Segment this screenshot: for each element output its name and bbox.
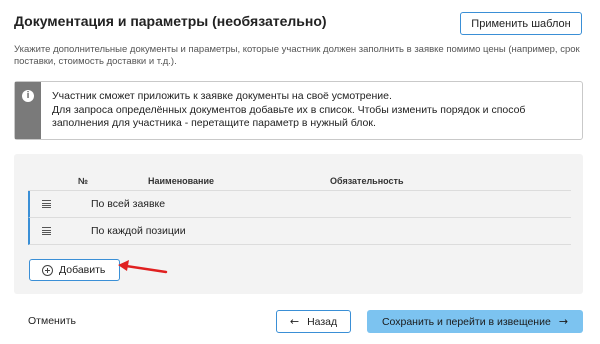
- column-header-number: №: [78, 176, 89, 186]
- save-and-go-button[interactable]: Сохранить и перейти в извещение →: [367, 310, 583, 333]
- info-bar: i: [15, 82, 41, 139]
- column-header-name: Наименование: [148, 176, 215, 186]
- arrow-left-icon: ←: [289, 315, 300, 328]
- page-subtitle: Укажите дополнительные документы и парам…: [14, 44, 588, 68]
- subtitle-line: Укажите дополнительные документы и парам…: [14, 44, 580, 55]
- arrow-right-icon: →: [558, 315, 569, 328]
- annotation-arrow-icon: [118, 260, 168, 274]
- back-button-label: Назад: [307, 315, 338, 328]
- drag-handle-icon[interactable]: [42, 227, 51, 235]
- cancel-link[interactable]: Отменить: [28, 315, 76, 327]
- info-notice: i Участник сможет приложить к заявке док…: [14, 81, 583, 140]
- plus-circle-icon: [42, 264, 53, 276]
- info-line: Для запроса определённых документов доба…: [52, 103, 526, 116]
- row-label: По всей заявке: [91, 198, 166, 210]
- info-line: заполнения для участника - перетащите па…: [52, 117, 376, 129]
- info-icon: i: [22, 90, 34, 102]
- column-header-required: Обязательность: [330, 176, 404, 186]
- save-button-label: Сохранить и перейти в извещение: [381, 315, 551, 328]
- table-row-whole-application[interactable]: По всей заявке: [28, 191, 571, 218]
- back-button[interactable]: ← Назад: [276, 310, 351, 333]
- drag-handle-icon[interactable]: [42, 200, 51, 208]
- page-title: Документация и параметры (необязательно): [14, 13, 327, 29]
- table-row-each-item[interactable]: По каждой позиции: [28, 218, 571, 245]
- row-label: По каждой позиции: [91, 225, 186, 237]
- subtitle-line: поставки, стоимость доставки и т.д.).: [14, 56, 177, 67]
- info-text: Участник сможет приложить к заявке докум…: [52, 90, 525, 131]
- apply-template-button[interactable]: Применить шаблон: [460, 12, 582, 35]
- add-button-label: Добавить: [59, 264, 106, 276]
- add-button[interactable]: Добавить: [29, 259, 120, 281]
- info-line: Участник сможет приложить к заявке докум…: [52, 90, 392, 102]
